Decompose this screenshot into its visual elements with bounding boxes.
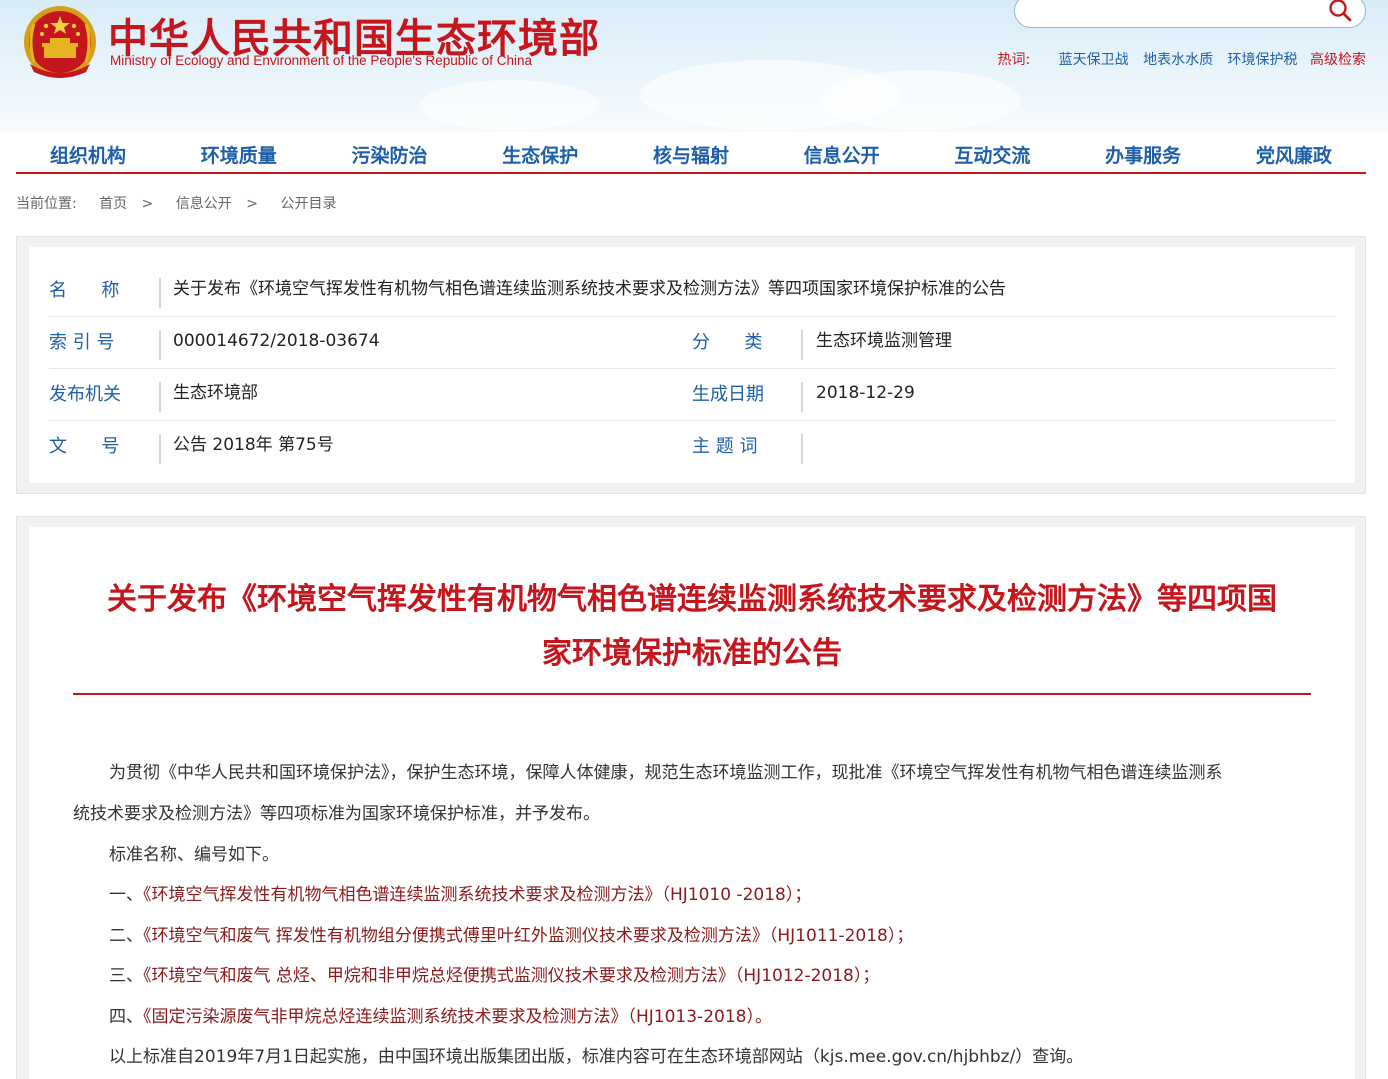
- search-box: [1014, 0, 1366, 28]
- standard-number: 二、: [109, 926, 143, 946]
- meta-row-docno: 文 号 公告 2018年 第75号 主 题 词: [49, 421, 1335, 473]
- article-content: 关于发布《环境空气挥发性有机物气相色谱连续监测系统技术要求及检测方法》等四项国 …: [29, 527, 1355, 1079]
- meta-date-label: 生成日期: [692, 384, 764, 405]
- metadata-table: 名 称 关于发布《环境空气挥发性有机物气相色谱连续监测系统技术要求及检测方法》等…: [29, 247, 1355, 483]
- meta-publisher-value: 生态环境部: [173, 383, 258, 403]
- meta-divider: [801, 434, 803, 464]
- breadcrumb-info-disclosure[interactable]: 信息公开: [176, 196, 232, 212]
- meta-name-value: 关于发布《环境空气挥发性有机物气相色谱连续监测系统技术要求及检测方法》等四项国家…: [173, 279, 1006, 299]
- standard-number: 四、: [109, 1007, 143, 1027]
- breadcrumb: 当前位置: 首页 > 信息公开 > 公开目录: [16, 193, 336, 213]
- breadcrumb-catalog[interactable]: 公开目录: [280, 196, 336, 212]
- meta-date-value: 2018-12-29: [816, 383, 915, 403]
- standard-number: 三、: [109, 966, 143, 986]
- article-title-line: 关于发布《环境空气挥发性有机物气相色谱连续监测系统技术要求及检测方法》等四项国: [107, 582, 1277, 617]
- standard-item: 二、《环境空气和废气 挥发性有机物组分便携式傅里叶红外监测仪技术要求及检测方法》…: [109, 924, 913, 948]
- nav-item-ecological-protection[interactable]: 生态保护: [502, 138, 578, 172]
- nav-item-nuclear-radiation[interactable]: 核与辐射: [653, 138, 729, 172]
- standard-link[interactable]: 《固定污染源废气非甲烷总烃连续监测系统技术要求及检测方法》（HJ1013-201…: [143, 1007, 772, 1027]
- meta-index-label: 索 引 号: [49, 332, 115, 353]
- meta-name-label: 名 称: [49, 280, 120, 301]
- nav-item-information-disclosure[interactable]: 信息公开: [804, 138, 880, 172]
- hot-words-bar: 热词: 蓝天保卫战 地表水水质 环境保护税 高级检索: [997, 49, 1366, 69]
- meta-publisher-label: 发布机关: [49, 384, 121, 405]
- advanced-search-link[interactable]: 高级检索: [1310, 52, 1366, 68]
- national-emblem-icon[interactable]: [20, 2, 100, 82]
- nav-item-pollution-control[interactable]: 污染防治: [351, 138, 427, 172]
- nav-item-integrity[interactable]: 党风廉政: [1256, 138, 1332, 172]
- meta-divider: [801, 330, 803, 360]
- search-input[interactable]: [1033, 1, 1323, 23]
- nav-item-environment-quality[interactable]: 环境质量: [201, 138, 277, 172]
- standard-number: 一、: [109, 885, 143, 905]
- hot-words-label: 热词:: [997, 52, 1031, 68]
- breadcrumb-separator: >: [246, 196, 258, 212]
- standard-item: 一、《环境空气挥发性有机物气相色谱连续监测系统技术要求及检测方法》（HJ1010…: [109, 883, 811, 907]
- nav-item-organization[interactable]: 组织机构: [50, 138, 126, 172]
- standard-item: 四、《固定污染源废气非甲烷总烃连续监测系统技术要求及检测方法》（HJ1013-2…: [109, 1005, 772, 1029]
- metadata-panel: 名 称 关于发布《环境空气挥发性有机物气相色谱连续监测系统技术要求及检测方法》等…: [16, 236, 1366, 494]
- paragraph: 以上标准自2019年7月1日起实施，由中国环境出版集团出版，标准内容可在生态环境…: [109, 1047, 1084, 1067]
- article-title-line: 家环境保护标准的公告: [542, 636, 842, 671]
- breadcrumb-label: 当前位置:: [16, 196, 77, 212]
- standard-link[interactable]: 《环境空气和废气 挥发性有机物组分便携式傅里叶红外监测仪技术要求及检测方法》（H…: [143, 926, 913, 946]
- paragraph-line: 为贯彻《中华人民共和国环境保护法》，保护生态环境，保障人体健康，规范生态环境监测…: [109, 763, 1223, 783]
- meta-divider: [159, 278, 161, 308]
- meta-divider: [159, 382, 161, 412]
- article-title: 关于发布《环境空气挥发性有机物气相色谱连续监测系统技术要求及检测方法》等四项国 …: [69, 573, 1315, 681]
- hot-word-link[interactable]: 环境保护税: [1228, 52, 1298, 68]
- breadcrumb-separator: >: [141, 196, 154, 212]
- meta-row-index: 索 引 号 000014672/2018-03674 分 类 生态环境监测管理: [49, 317, 1335, 369]
- meta-divider: [159, 330, 161, 360]
- search-icon[interactable]: [1327, 0, 1353, 23]
- site-header: 中华人民共和国生态环境部 Ministry of Ecology and Env…: [0, 0, 1388, 132]
- standard-link[interactable]: 《环境空气和废气 总烃、甲烷和非甲烷总烃便携式监测仪技术要求及检测方法》（HJ1…: [143, 966, 879, 986]
- header-cloud-decoration: [820, 70, 1020, 130]
- meta-divider: [159, 434, 161, 464]
- nav-item-interaction[interactable]: 互动交流: [954, 138, 1030, 172]
- meta-divider: [801, 382, 803, 412]
- breadcrumb-home[interactable]: 首页: [99, 196, 127, 212]
- meta-category-label: 分 类: [692, 332, 763, 353]
- meta-row-publisher: 发布机关 生态环境部 生成日期 2018-12-29: [49, 369, 1335, 421]
- paragraph-line: 统技术要求及检测方法》等四项标准为国家环境保护标准，并予发布。: [73, 804, 600, 824]
- standard-item: 三、《环境空气和废气 总烃、甲烷和非甲烷总烃便携式监测仪技术要求及检测方法》（H…: [109, 964, 879, 988]
- hot-word-link[interactable]: 蓝天保卫战: [1059, 52, 1129, 68]
- nav-item-services[interactable]: 办事服务: [1105, 138, 1181, 172]
- header-cloud-decoration: [420, 80, 600, 130]
- meta-index-value: 000014672/2018-03674: [173, 331, 380, 351]
- standard-link[interactable]: 《环境空气挥发性有机物气相色谱连续监测系统技术要求及检测方法》（HJ1010 -…: [143, 885, 811, 905]
- meta-category-value: 生态环境监测管理: [816, 331, 952, 351]
- hot-word-link[interactable]: 地表水水质: [1143, 52, 1213, 68]
- paragraph: 标准名称、编号如下。: [109, 845, 279, 865]
- meta-keyword-label: 主 题 词: [692, 436, 758, 457]
- main-nav: 组织机构 环境质量 污染防治 生态保护 核与辐射 信息公开 互动交流 办事服务 …: [16, 138, 1366, 174]
- meta-row-name: 名 称 关于发布《环境空气挥发性有机物气相色谱连续监测系统技术要求及检测方法》等…: [49, 265, 1335, 317]
- article-panel: 关于发布《环境空气挥发性有机物气相色谱连续监测系统技术要求及检测方法》等四项国 …: [16, 516, 1366, 1079]
- site-subtitle: Ministry of Ecology and Environment of t…: [110, 53, 533, 68]
- meta-docno-label: 文 号: [49, 436, 120, 457]
- meta-docno-value: 公告 2018年 第75号: [173, 435, 334, 455]
- title-divider: [73, 693, 1311, 695]
